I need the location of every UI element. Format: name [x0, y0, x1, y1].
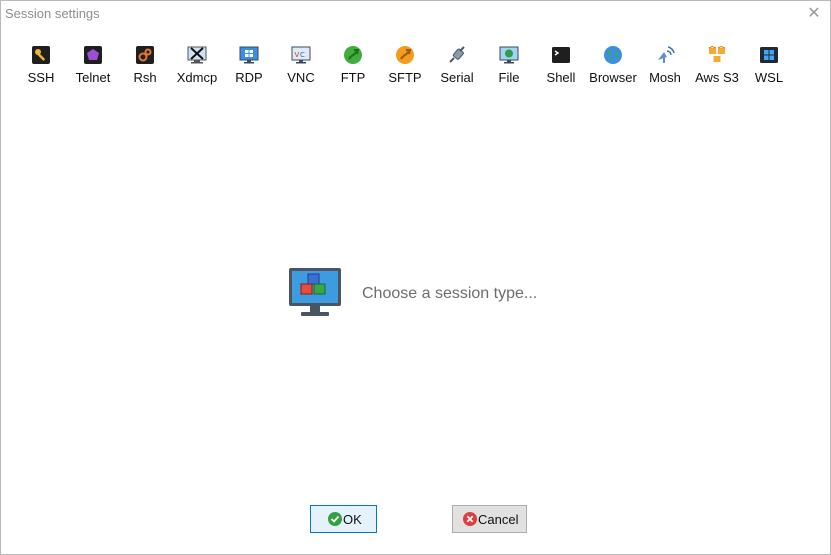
- rdp-icon: [239, 46, 259, 64]
- session-type-wsl[interactable]: WSL: [743, 39, 795, 93]
- aws-s3-icon: [708, 45, 726, 62]
- svg-text:C: C: [300, 51, 305, 59]
- shell-icon: [552, 47, 570, 63]
- check-icon: [328, 512, 342, 526]
- telnet-icon: [84, 46, 102, 64]
- serial-icon: [449, 46, 465, 63]
- xdmcp-icon: [187, 46, 207, 64]
- browser-icon: [604, 46, 622, 64]
- rsh-icon: [136, 46, 154, 64]
- vnc-icon: V C: [291, 46, 311, 64]
- mosh-icon: [658, 46, 675, 63]
- title-bar: Session settings ✕: [1, 1, 830, 27]
- ok-button[interactable]: OK: [310, 505, 377, 533]
- ftp-icon: [344, 46, 362, 64]
- tool-label: WSL: [754, 70, 784, 85]
- cancel-icon: [463, 512, 477, 526]
- cancel-button[interactable]: Cancel: [452, 505, 527, 533]
- session-monitor-cubes-icon: [289, 268, 341, 316]
- wsl-icon: [760, 47, 778, 63]
- cancel-button-label: Cancel: [478, 512, 519, 527]
- choose-session-type-text: Choose a session type...: [362, 285, 538, 302]
- session-settings-dialog: Session settings ✕ SSH Telnet Rsh Xdmcp …: [0, 0, 831, 555]
- ok-button-label: OK: [343, 512, 362, 527]
- sftp-icon: [396, 46, 414, 64]
- close-icon[interactable]: ✕: [804, 4, 824, 24]
- ssh-key-icon: [32, 46, 50, 64]
- empty-state: Choose a session type...: [288, 266, 588, 324]
- session-type-toolbar: SSH Telnet Rsh Xdmcp RDP V C VNC FTP SFT…: [15, 39, 805, 94]
- dialog-title: Session settings: [5, 6, 100, 21]
- file-icon: [499, 46, 519, 64]
- svg-text:V: V: [295, 51, 300, 59]
